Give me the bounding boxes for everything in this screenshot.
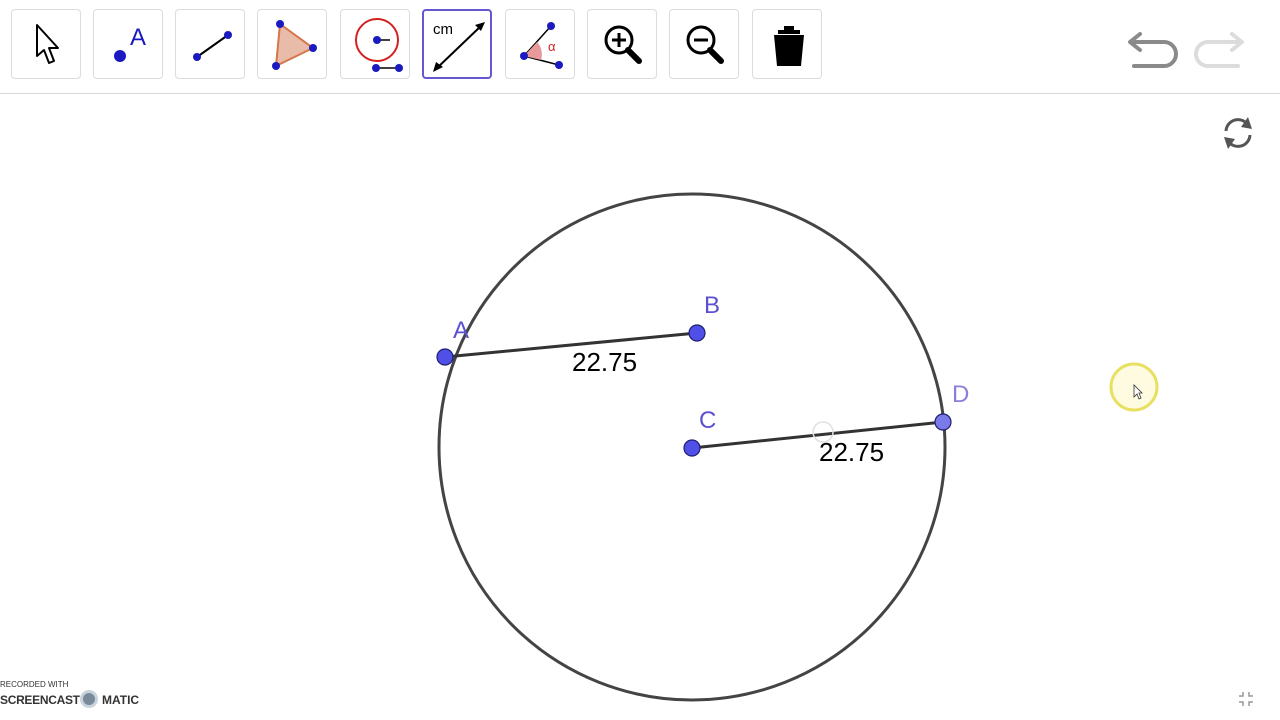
move-tool-button[interactable] [11, 9, 81, 79]
circle-tool-button[interactable] [340, 9, 410, 79]
graphics-view[interactable]: A B C D 22.75 22.75 [0, 94, 1280, 720]
zoom-in-tool-button[interactable] [587, 9, 657, 79]
pointer-arrow-icon [36, 24, 59, 64]
zoom-out-tool-button[interactable] [669, 9, 739, 79]
zoom-in-icon [604, 25, 642, 64]
point-d-label: D [952, 381, 969, 408]
segment-ab[interactable] [444, 331, 698, 359]
distance-tool-button[interactable]: cm [422, 9, 492, 79]
point-b-label: B [704, 292, 720, 319]
point-c-label: C [699, 407, 716, 434]
circle-center-icon [355, 18, 403, 72]
point-icon: A [114, 24, 146, 62]
polygon-tool-button[interactable] [257, 9, 327, 79]
point-d[interactable] [934, 413, 952, 431]
watermark-logo-icon [80, 690, 98, 708]
distance-icon: cm [433, 21, 485, 72]
point-tool-button[interactable]: A [93, 9, 163, 79]
delete-tool-button[interactable] [752, 9, 822, 79]
watermark-line1: RECORDED WITH [0, 680, 69, 689]
segment-cd[interactable] [691, 420, 944, 450]
watermark-line2: SCREENCAST [0, 693, 80, 707]
toolbar: A cm α [0, 0, 1280, 94]
fullscreen-icon[interactable] [1238, 691, 1254, 707]
angle-tool-label: α [548, 39, 556, 54]
angle-tool-button[interactable]: α [505, 9, 575, 79]
point-a-label: A [453, 317, 469, 344]
watermark-line3: MATIC [102, 693, 140, 707]
undo-icon[interactable] [1126, 22, 1182, 72]
point-b[interactable] [688, 324, 706, 342]
point-a[interactable] [436, 348, 454, 366]
trash-icon [774, 26, 804, 66]
distance-tool-label: cm [433, 21, 453, 38]
segment-ab-length: 22.75 [572, 347, 637, 377]
segment-cd-length: 22.75 [819, 437, 884, 467]
point-c[interactable] [683, 439, 701, 457]
segment-icon [193, 31, 232, 61]
zoom-out-icon [686, 25, 724, 64]
segment-tool-button[interactable] [175, 9, 245, 79]
redo-icon[interactable] [1194, 22, 1250, 72]
angle-icon: α [520, 22, 563, 69]
refresh-icon[interactable] [1218, 113, 1258, 153]
polygon-icon [272, 20, 317, 70]
screencast-watermark: RECORDED WITH SCREENCAST MATIC [0, 680, 150, 710]
point-tool-label: A [130, 24, 146, 51]
